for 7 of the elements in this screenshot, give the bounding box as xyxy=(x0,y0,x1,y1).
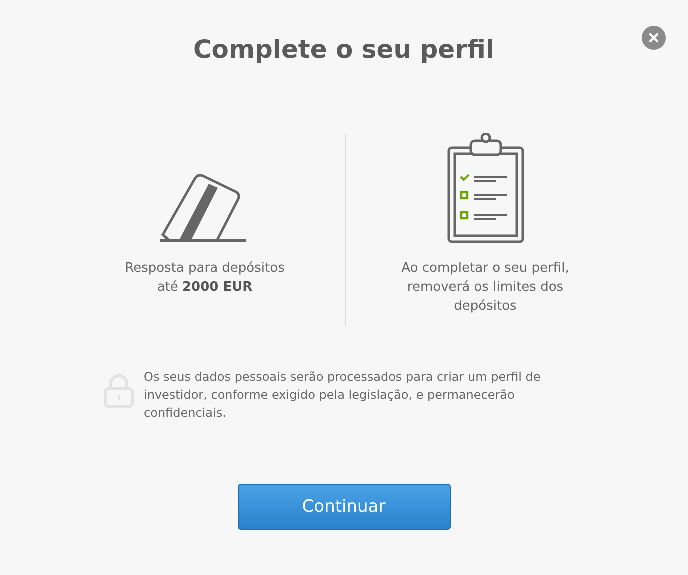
dialog-title: Complete o seu perfil xyxy=(193,34,495,66)
privacy-note: Os seus dados pessoais serão processados para criar um perfil de investidor, conforme exigido pela legislação, e permanecerão confidenciais. xyxy=(144,369,542,422)
clipboard-checklist-icon xyxy=(446,133,524,245)
close-icon[interactable] xyxy=(641,25,667,51)
feature-text: Resposta para depósitos até 2000 EUR xyxy=(125,260,285,297)
continue-button[interactable]: Continuar xyxy=(238,484,450,530)
feature-text: Ao completar o seu perfil, removerá os limites dos depósitos xyxy=(402,260,570,316)
